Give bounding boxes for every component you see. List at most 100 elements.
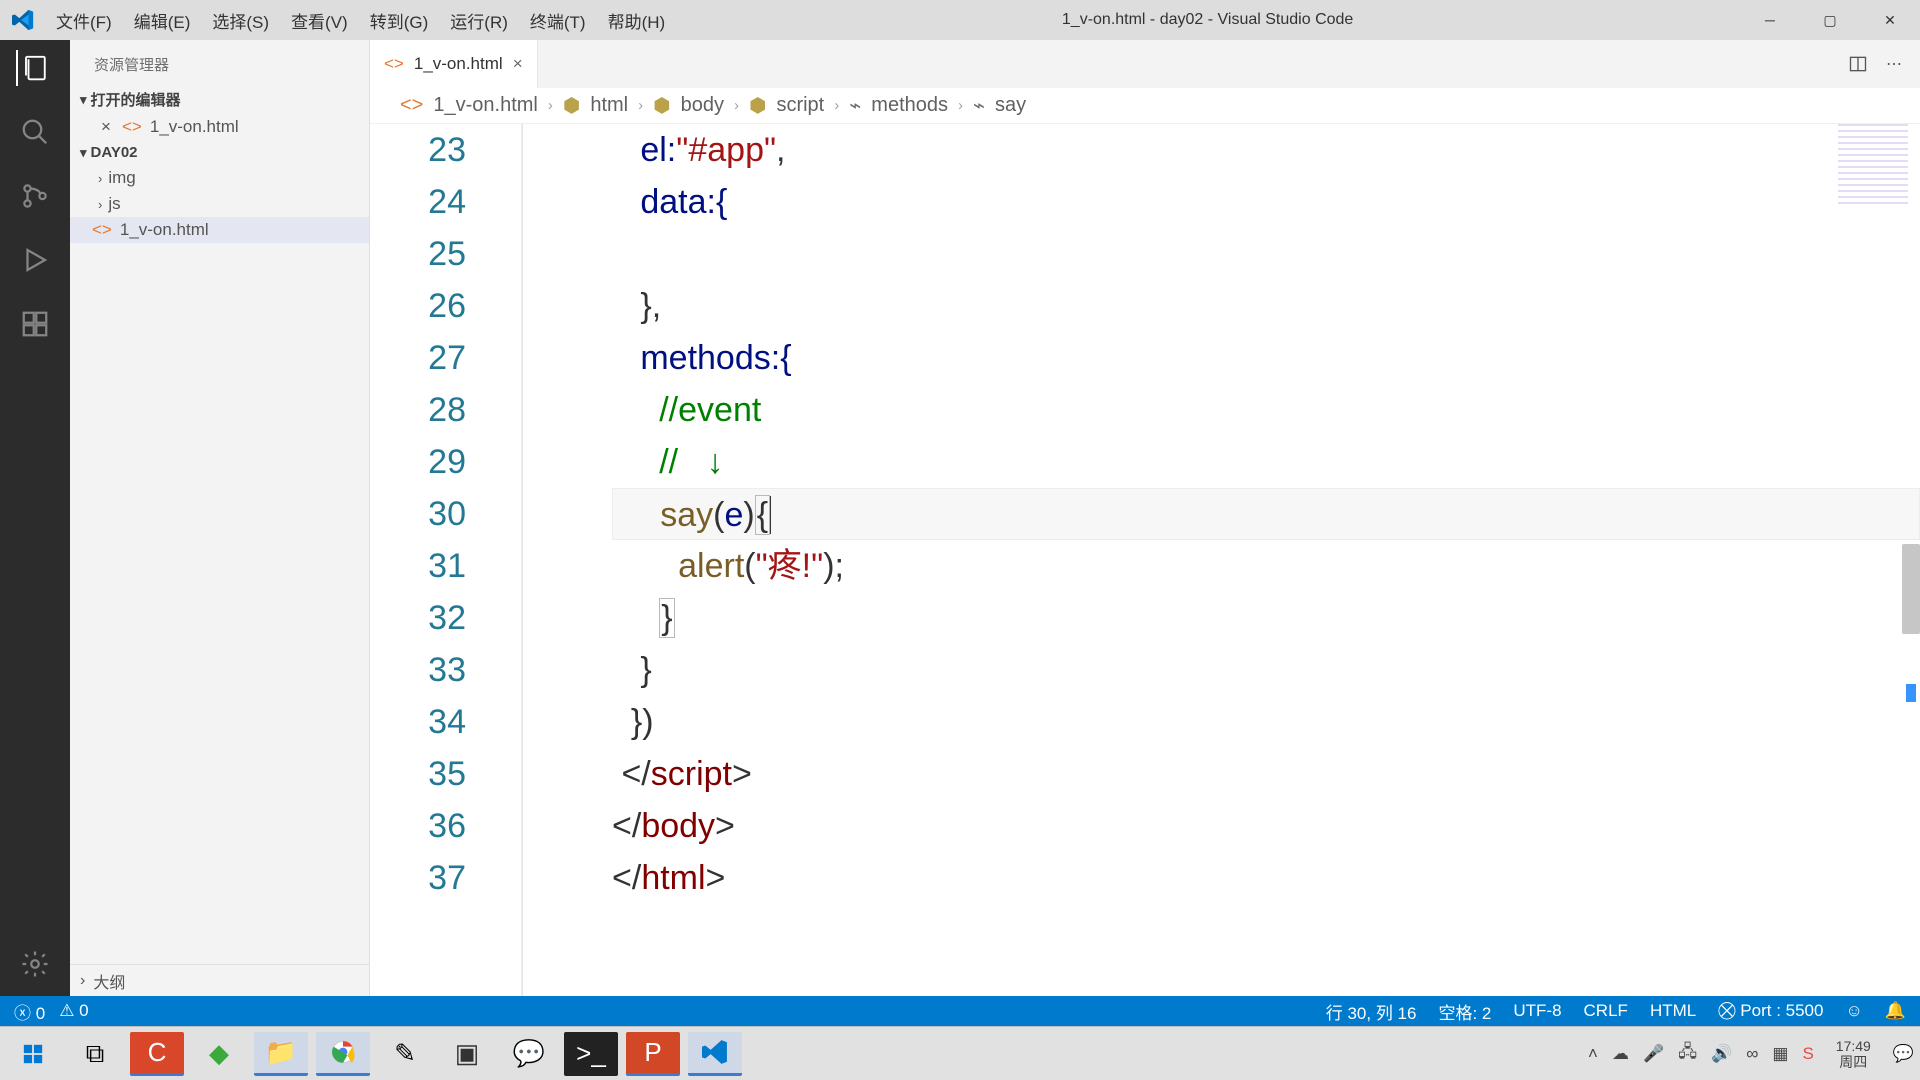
network-icon[interactable]: 🖧 — [1678, 1039, 1697, 1068]
weather-icon[interactable]: ☁ — [1612, 1044, 1629, 1064]
method-icon: ⌁ — [973, 93, 985, 118]
breadcrumb-file[interactable]: 1_v-on.html — [433, 94, 538, 117]
taskbar-clock[interactable]: 17:49 周四 — [1828, 1038, 1879, 1070]
feedback-icon[interactable]: ☺ — [1845, 1001, 1862, 1021]
chevron-right-icon: › — [98, 197, 102, 212]
search-icon[interactable] — [17, 114, 53, 150]
volume-icon[interactable]: 🔊 — [1711, 1044, 1732, 1064]
chevron-right-icon: › — [834, 97, 839, 114]
breadcrumb-item[interactable]: say — [995, 94, 1026, 117]
chevron-down-icon: ▾ — [80, 145, 87, 161]
more-actions-icon[interactable]: ⋯ — [1886, 54, 1902, 74]
line-gutter: 232425 262728 293031 323334 353637 — [370, 124, 500, 996]
cursor-position[interactable]: 行 30, 列 16 — [1326, 999, 1417, 1024]
window-title: 1_v-on.html - day02 - Visual Studio Code — [675, 11, 1740, 29]
encoding[interactable]: UTF-8 — [1513, 1001, 1561, 1021]
file-tree-item[interactable]: <> 1_v-on.html — [70, 217, 369, 243]
tray-chevron-icon[interactable]: ˄ — [1588, 1044, 1598, 1064]
sidebar-title: 资源管理器 — [70, 40, 369, 85]
menu-file[interactable]: 文件(F) — [46, 4, 122, 37]
symbol-icon: ⬢ — [749, 93, 766, 118]
scrollbar-thumb[interactable] — [1902, 544, 1920, 634]
project-section[interactable]: ▾DAY02 — [70, 140, 369, 165]
tray-icon[interactable]: ∞ — [1746, 1044, 1758, 1064]
menu-help[interactable]: 帮助(H) — [598, 4, 676, 37]
live-server-port[interactable]: ⛒ Port : 5500 — [1718, 1001, 1823, 1021]
menu-edit[interactable]: 编辑(E) — [124, 4, 201, 37]
chevron-right-icon: › — [548, 97, 553, 114]
file-explorer-icon[interactable]: 📁 — [254, 1032, 308, 1076]
outline-section[interactable]: › 大纲 — [70, 964, 370, 996]
code-lines[interactable]: el:"#app", data:{ }, methods:{ //event /… — [612, 124, 1920, 996]
chevron-right-icon: › — [734, 97, 739, 114]
eol[interactable]: CRLF — [1584, 1001, 1628, 1021]
html-file-icon: <> — [400, 94, 423, 117]
tray-icon[interactable]: S — [1802, 1044, 1813, 1064]
tab-file[interactable]: <> 1_v-on.html × — [370, 40, 538, 88]
menu-view[interactable]: 查看(V) — [281, 4, 358, 37]
overview-marker — [1906, 684, 1916, 702]
minimize-button[interactable]: ─ — [1740, 0, 1800, 40]
menu-run[interactable]: 运行(R) — [440, 4, 518, 37]
close-editor-icon[interactable]: × — [98, 117, 114, 137]
chevron-right-icon: › — [638, 97, 643, 114]
windows-taskbar: ⧉ C ◆ 📁 ✎ ▣ 💬 >_ P ˄ ☁ 🎤 🖧 🔊 ∞ ▦ S 17:49… — [0, 1026, 1920, 1080]
breadcrumb[interactable]: <> 1_v-on.html › ⬢ html › ⬢ body › ⬢ scr… — [370, 88, 1920, 124]
html-file-icon: <> — [122, 117, 142, 137]
maximize-button[interactable]: ▢ — [1800, 0, 1860, 40]
open-editors-section[interactable]: ▾打开的编辑器 — [70, 85, 369, 114]
split-editor-icon[interactable] — [1848, 54, 1868, 74]
html-file-icon: <> — [92, 220, 112, 240]
source-control-icon[interactable] — [17, 178, 53, 214]
warnings-count[interactable]: ⚠ 0 — [59, 1001, 88, 1021]
breadcrumb-item[interactable]: script — [776, 94, 824, 117]
code-editor[interactable]: 232425 262728 293031 323334 353637 el:"#… — [370, 124, 1920, 996]
menu-select[interactable]: 选择(S) — [202, 4, 279, 37]
extensions-icon[interactable] — [17, 306, 53, 342]
taskbar-app-icon[interactable]: ▣ — [440, 1032, 494, 1076]
start-button[interactable] — [6, 1032, 60, 1076]
task-view-icon[interactable]: ⧉ — [68, 1032, 122, 1076]
chrome-icon[interactable] — [316, 1032, 370, 1076]
notification-center-icon[interactable]: 💬 — [1893, 1044, 1914, 1064]
editor-area: <> 1_v-on.html × ⋯ <> 1_v-on.html › ⬢ ht… — [370, 40, 1920, 996]
errors-count[interactable]: ⓧ 0 — [14, 999, 45, 1024]
symbol-icon: ⬢ — [563, 93, 580, 118]
terminal-icon[interactable]: >_ — [564, 1032, 618, 1076]
powerpoint-icon[interactable]: P — [626, 1032, 680, 1076]
open-editor-file[interactable]: × <> 1_v-on.html — [70, 114, 369, 140]
html-file-icon: <> — [384, 54, 404, 74]
folder-img[interactable]: ›img — [70, 165, 369, 191]
vscode-taskbar-icon[interactable] — [688, 1032, 742, 1076]
microphone-icon[interactable]: 🎤 — [1643, 1044, 1664, 1064]
tray-icon[interactable]: ▦ — [1772, 1044, 1788, 1064]
title-bar: 文件(F) 编辑(E) 选择(S) 查看(V) 转到(G) 运行(R) 终端(T… — [0, 0, 1920, 40]
settings-gear-icon[interactable] — [17, 946, 53, 982]
wechat-icon[interactable]: 💬 — [502, 1032, 556, 1076]
menu-bar: 文件(F) 编辑(E) 选择(S) 查看(V) 转到(G) 运行(R) 终端(T… — [46, 4, 675, 37]
menu-terminal[interactable]: 终端(T) — [520, 4, 596, 37]
explorer-icon[interactable] — [16, 50, 52, 86]
indentation[interactable]: 空格: 2 — [1438, 999, 1491, 1024]
menu-go[interactable]: 转到(G) — [360, 4, 439, 37]
close-button[interactable]: ✕ — [1860, 0, 1920, 40]
method-icon: ⌁ — [849, 93, 861, 118]
notifications-icon[interactable]: 🔔 — [1885, 1001, 1906, 1021]
system-tray: ˄ ☁ 🎤 🖧 🔊 ∞ ▦ S 17:49 周四 💬 — [1588, 1038, 1914, 1070]
folder-js[interactable]: ›js — [70, 191, 369, 217]
taskbar-app-icon[interactable]: ✎ — [378, 1032, 432, 1076]
activity-bar — [0, 40, 70, 996]
language-mode[interactable]: HTML — [1650, 1001, 1696, 1021]
chevron-right-icon: › — [98, 171, 102, 186]
minimap[interactable] — [1838, 124, 1908, 204]
file-name: 1_v-on.html — [150, 117, 239, 137]
taskbar-app-icon[interactable]: ◆ — [192, 1032, 246, 1076]
run-debug-icon[interactable] — [17, 242, 53, 278]
breadcrumb-item[interactable]: html — [590, 94, 628, 117]
taskbar-app-icon[interactable]: C — [130, 1032, 184, 1076]
breadcrumb-item[interactable]: methods — [871, 94, 948, 117]
close-tab-icon[interactable]: × — [513, 54, 523, 74]
breadcrumb-item[interactable]: body — [681, 94, 724, 117]
vscode-logo-icon — [0, 9, 46, 31]
status-bar: ⓧ 0 ⚠ 0 行 30, 列 16 空格: 2 UTF-8 CRLF HTML… — [0, 996, 1920, 1026]
